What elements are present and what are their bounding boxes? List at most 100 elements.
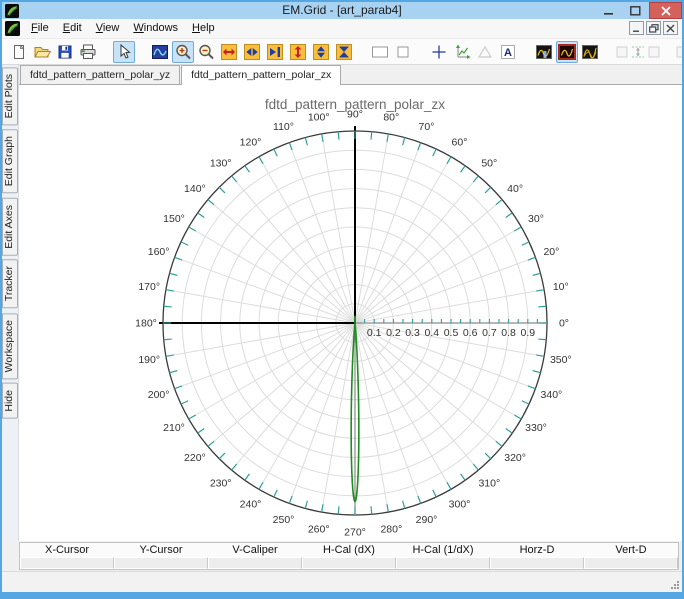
plot-wave-icon <box>152 44 168 59</box>
svg-text:270°: 270° <box>344 527 366 539</box>
window-title: EM.Grid - [art_parab4] <box>282 3 402 17</box>
readout-value <box>114 557 208 569</box>
svg-text:0.3: 0.3 <box>405 327 420 339</box>
chart-style-red-button[interactable] <box>556 40 578 63</box>
zoom-out-button[interactable] <box>195 41 217 63</box>
svg-text:50°: 50° <box>481 157 497 169</box>
new-document-button[interactable] <box>8 41 30 63</box>
readout-value <box>584 557 678 569</box>
status-bar <box>2 571 682 592</box>
axes-tool-icon <box>456 44 471 59</box>
crosshair-icon <box>432 45 446 58</box>
svg-text:170°: 170° <box>138 281 160 293</box>
readout-value <box>490 557 584 569</box>
svg-text:330°: 330° <box>525 422 547 434</box>
snap-horizontal-button[interactable] <box>264 41 286 63</box>
chart-style-bar-button[interactable] <box>533 41 555 63</box>
print-button[interactable] <box>77 41 99 63</box>
triangle-annotation-icon <box>477 45 493 58</box>
doc-tab-fdtd_pattern_pattern_polar_zx[interactable]: fdtd_pattern_pattern_polar_zx <box>181 65 342 85</box>
svg-text:250°: 250° <box>273 514 295 526</box>
expand-vertical-button[interactable] <box>287 41 309 63</box>
readout-header-y-cursor: Y-Cursor <box>139 544 183 556</box>
sync-horizontal-icon <box>676 46 682 57</box>
triangle-annotation-button <box>474 41 496 63</box>
document-tabs: fdtd_pattern_pattern_polar_yz fdtd_patter… <box>19 65 682 85</box>
snap-vertical-icon <box>336 43 352 60</box>
save-file-icon <box>58 45 72 58</box>
sidebar-tab-edit-graph[interactable]: Edit Graph <box>2 129 18 194</box>
expand-horizontal-button[interactable] <box>218 41 240 63</box>
zoom-in-button[interactable] <box>172 40 194 63</box>
frame-wide-icon <box>372 46 388 57</box>
plot-wave-button[interactable] <box>149 41 171 63</box>
window-frame-bottom <box>2 592 682 597</box>
doc-tab-fdtd_pattern_pattern_polar_yz[interactable]: fdtd_pattern_pattern_polar_yz <box>20 65 181 84</box>
maximize-button[interactable] <box>622 2 649 19</box>
app-window: EM.Grid - [art_parab4] File Edit View Windo… <box>0 0 684 599</box>
sidebar-tabstrip: Edit Plots Edit Graph Edit Axes Tracker Work… <box>2 65 19 541</box>
svg-text:120°: 120° <box>240 137 262 149</box>
snap-vertical-button[interactable] <box>333 41 355 63</box>
open-file-button[interactable] <box>31 41 53 63</box>
svg-text:160°: 160° <box>148 246 170 258</box>
svg-text:20°: 20° <box>543 246 559 258</box>
sync-vertical-icon <box>616 45 660 58</box>
minimize-button[interactable] <box>595 2 622 19</box>
compress-vertical-button[interactable] <box>310 41 332 63</box>
sidebar-tab-tracker[interactable]: Tracker <box>2 259 18 309</box>
svg-text:300°: 300° <box>449 499 471 511</box>
text-annotation-button[interactable]: A <box>497 41 519 63</box>
chart-style-red-icon <box>558 43 576 60</box>
readout-header-x-cursor: X-Cursor <box>44 544 89 556</box>
sidebar-tab-edit-axes[interactable]: Edit Axes <box>2 197 18 256</box>
frame-wide-button[interactable] <box>369 41 391 63</box>
toolbar: ALayout <box>2 39 682 65</box>
svg-text:0.2: 0.2 <box>386 327 401 339</box>
save-file-button[interactable] <box>54 41 76 63</box>
plot-area[interactable]: 0° 10° 20° 30° 40° 50° 60° 70° 80° 90° 100° 110° 120… <box>19 85 682 541</box>
readout-value <box>208 557 302 569</box>
polar-chart: 0°10°20°30°40°50°60°70°80°90°100°110°120… <box>135 97 572 539</box>
svg-text:0.6: 0.6 <box>463 327 478 339</box>
mdi-restore-button[interactable] <box>646 21 661 35</box>
sidebar-tab-hide[interactable]: Hide <box>2 382 18 419</box>
svg-text:290°: 290° <box>416 514 438 526</box>
svg-text:350°: 350° <box>550 354 572 366</box>
resize-grip[interactable] <box>670 580 680 590</box>
menu-edit[interactable]: Edit <box>56 22 89 34</box>
zoom-in-icon <box>176 44 191 59</box>
svg-text:190°: 190° <box>138 354 160 366</box>
svg-text:0°: 0° <box>559 318 569 330</box>
svg-text:320°: 320° <box>504 452 526 464</box>
svg-text:230°: 230° <box>210 478 232 490</box>
chart-style-dark-button[interactable] <box>579 41 601 63</box>
svg-text:110°: 110° <box>273 121 294 133</box>
menu-file[interactable]: File <box>24 22 56 34</box>
sidebar-tab-edit-plots[interactable]: Edit Plots <box>2 67 18 126</box>
compress-horizontal-button[interactable] <box>241 41 263 63</box>
svg-text:40°: 40° <box>507 183 523 195</box>
select-arrow-button[interactable] <box>113 40 135 63</box>
document-logo-icon <box>5 21 20 36</box>
axes-tool-button[interactable] <box>451 41 473 63</box>
menu-view[interactable]: View <box>89 22 127 34</box>
crosshair-button[interactable] <box>428 41 450 63</box>
mdi-close-button[interactable] <box>663 21 678 35</box>
sidebar-tab-workspace[interactable]: Workspace <box>2 312 18 379</box>
menu-help[interactable]: Help <box>185 22 222 34</box>
svg-text:10°: 10° <box>553 281 569 293</box>
svg-text:0.9: 0.9 <box>520 327 535 339</box>
svg-text:240°: 240° <box>240 499 262 511</box>
mdi-minimize-button[interactable] <box>629 21 644 35</box>
svg-text:180°: 180° <box>135 318 157 330</box>
frame-narrow-button[interactable] <box>392 41 414 63</box>
expand-horizontal-icon <box>221 43 237 60</box>
svg-text:100°: 100° <box>308 112 330 124</box>
sync-vertical-button <box>615 41 661 63</box>
zoom-out-icon <box>199 44 214 59</box>
close-button[interactable] <box>649 2 682 19</box>
menu-windows[interactable]: Windows <box>126 22 185 34</box>
print-icon <box>80 44 96 59</box>
svg-text:70°: 70° <box>419 121 435 133</box>
